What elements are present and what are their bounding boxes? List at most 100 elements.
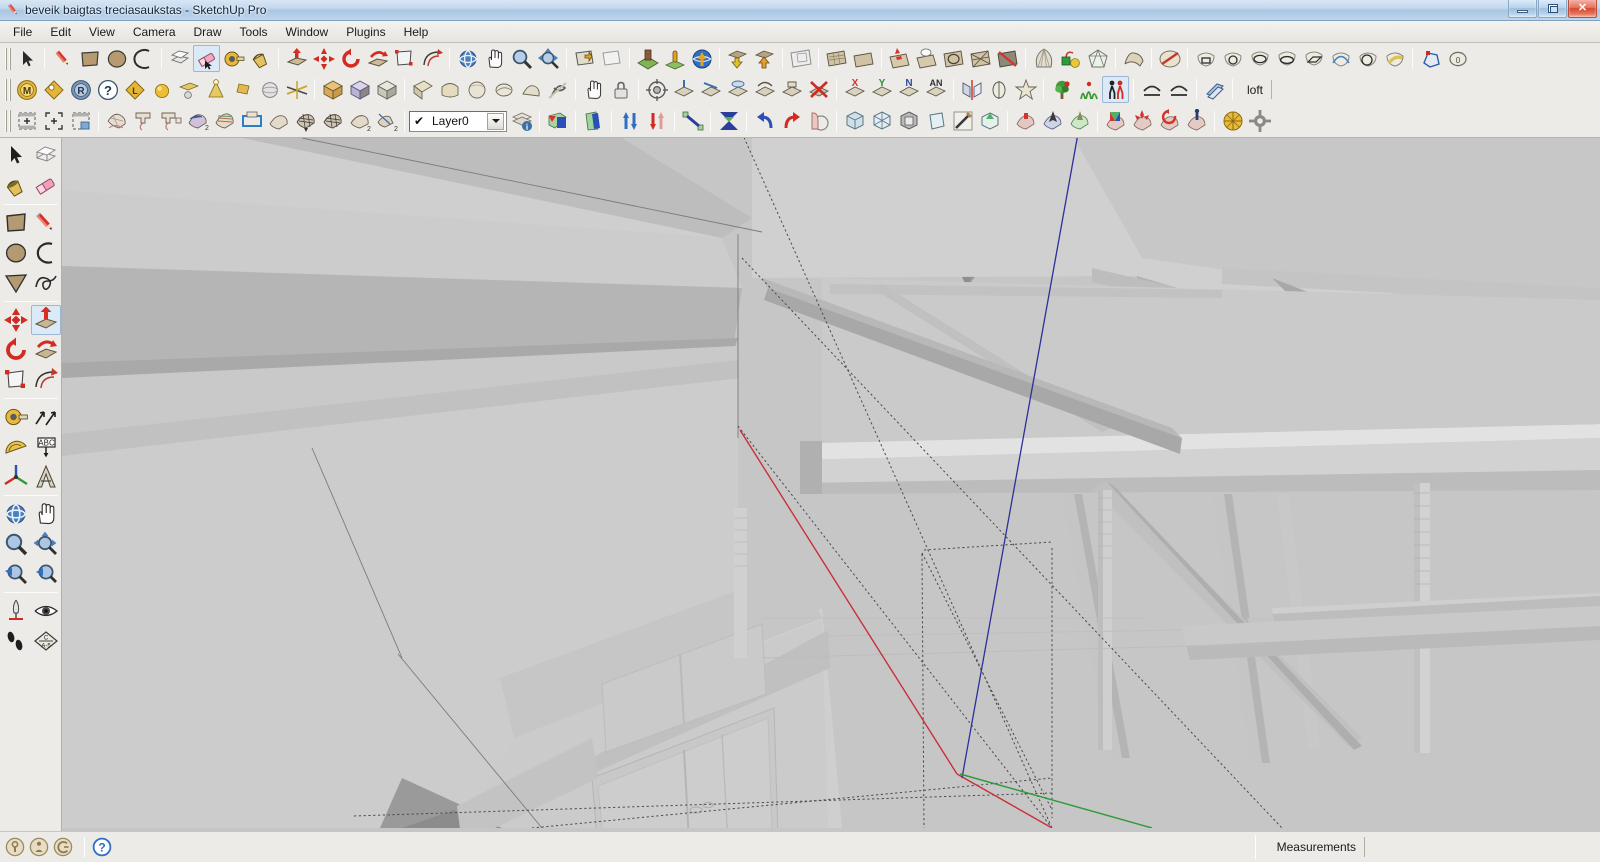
toolbar-rotate-icon[interactable] [337,45,364,72]
toolbar-helix-icon[interactable] [544,76,571,103]
toolbar-solid-trim-icon[interactable] [922,108,949,135]
toolbar-vertex-move-icon[interactable] [1012,108,1039,135]
toolbar-vector-push-icon[interactable] [697,76,724,103]
maximize-button[interactable] [1538,0,1567,18]
toolbar-vertex-color-icon[interactable] [1102,108,1129,135]
toolbar-ies-light-icon[interactable] [256,76,283,103]
toolbar-shell-icon[interactable] [1030,45,1057,72]
toolbar-bezier-polygon-icon[interactable] [1417,45,1444,72]
tool-followme-icon[interactable] [31,335,61,365]
toolbar-pencil-icon[interactable] [49,45,76,72]
toolbar-select-arrow-icon[interactable] [13,45,40,72]
toolbar-vertex-paint-icon[interactable] [1066,108,1093,135]
layer-select[interactable]: ✔ Layer0 [409,110,507,132]
toolbar-mirror-icon[interactable] [958,76,985,103]
toolbar-crease-icon[interactable]: 2 [184,108,211,135]
toolbar-pan-hand2-icon[interactable] [580,76,607,103]
tool-3d-text-icon[interactable] [31,462,61,492]
toolbar-loft-icon[interactable] [1201,76,1228,103]
toolbar-curved-surface-icon[interactable] [1120,45,1147,72]
layer-visible-check-icon[interactable]: ✔ [410,114,428,128]
tool-pan-hand-icon[interactable] [31,499,61,529]
toolbar-quad-mesh-icon[interactable] [292,108,319,135]
minimize-button[interactable] [1508,0,1537,18]
tool-offset-icon[interactable] [31,365,61,395]
toolbar-solid-split-icon[interactable] [949,108,976,135]
tool-eraser-pink-icon[interactable] [31,171,61,201]
toolbar-preview-model-earth-icon[interactable] [688,45,715,72]
toolbar-star-icon[interactable] [1012,76,1039,103]
toolbar-arrows-redup-icon[interactable] [643,108,670,135]
toolbar-push-pull-red-icon[interactable] [283,45,310,72]
toolbar-eraser-icon[interactable] [193,45,220,72]
toolbar-round-push-icon[interactable] [751,76,778,103]
toolbar-loop-select-icon[interactable] [238,108,265,135]
toolbar-share-model-icon[interactable] [751,45,778,72]
tool-select-arrow-icon[interactable] [1,141,31,171]
toolbar-shape-cone-icon[interactable] [1273,45,1300,72]
toolbar-m-badge-icon[interactable]: M [13,76,40,103]
toolbar-arc-flat2-icon[interactable] [1165,76,1192,103]
toolbar-shape-cylinder-icon[interactable] [1219,45,1246,72]
loft-input[interactable] [1272,80,1361,99]
toolbar-flip-icon[interactable] [985,76,1012,103]
toolbar-shape-box-icon[interactable] [1192,45,1219,72]
toolbar-pin-green-icon[interactable] [1057,45,1084,72]
toolbar-extrude-push-icon[interactable] [778,76,805,103]
toolbar-axis-n-icon[interactable]: N [895,76,922,103]
toolbar-gear-icon[interactable] [1246,108,1273,135]
toolbar-unsubdivide-icon[interactable]: 2 [373,108,400,135]
menu-item-tools[interactable]: Tools [231,22,277,42]
toolbar-display-section-icon[interactable] [598,45,625,72]
toolbar-tag-badge-icon[interactable] [40,76,67,103]
toolbar-bezier-round-icon[interactable]: 0 [1444,45,1471,72]
toolbar-sphere-gold-icon[interactable] [148,76,175,103]
menu-item-draw[interactable]: Draw [185,22,231,42]
tool-rotate-icon[interactable] [1,335,31,365]
toolbar-subdivide-smooth-icon[interactable] [103,108,130,135]
toolbar-lathe-icon[interactable] [490,76,517,103]
toolbar-diagonal-arrow-icon[interactable] [679,108,706,135]
toolbar-knife-subdivide-icon[interactable] [130,108,157,135]
toolbar-spot-light-icon[interactable] [202,76,229,103]
toolbar-stamp-icon[interactable] [886,45,913,72]
tool-pencil-icon[interactable] [31,208,61,238]
tool-circle-icon[interactable] [1,238,31,268]
toolbar-knife-quad-icon[interactable] [157,108,184,135]
tool-text-abc-icon[interactable]: ABC [31,432,61,462]
toolbar-question-badge-icon[interactable]: ? [94,76,121,103]
credentials-icon[interactable] [29,837,49,857]
tool-arc-icon[interactable] [31,238,61,268]
toolbar-quad-mesh2-icon[interactable] [319,108,346,135]
menu-item-view[interactable]: View [80,22,124,42]
toolbar-scale-icon[interactable] [391,45,418,72]
tool-walk-feet-icon[interactable] [1,626,31,656]
toolbar-shape-tube-icon[interactable] [1381,45,1408,72]
close-button[interactable]: ✕ [1568,0,1597,18]
toolbar-bowtie-icon[interactable] [715,108,742,135]
tool-push-pull-icon[interactable] [30,305,61,335]
toolbar-move-icon[interactable] [310,45,337,72]
tool-zoom-window-icon[interactable] [1,559,31,589]
toolbar-tree-green-icon[interactable] [1048,76,1075,103]
toolbar-pan-hand-icon[interactable] [481,45,508,72]
toolbar-label-badge-icon[interactable]: L [121,76,148,103]
toolbar-weld-icon[interactable] [1156,45,1183,72]
toolbar-vertex-select-icon[interactable] [1039,108,1066,135]
toolbar-sun-rays-icon[interactable] [283,76,310,103]
toolbar-green-blue-icon[interactable] [580,108,607,135]
toolbar-undo-blue-icon[interactable] [751,108,778,135]
toolbar-arrows-updown-icon[interactable] [616,108,643,135]
toolbar-solid-intersect-icon[interactable] [868,108,895,135]
toolbar-zoom-extents-icon[interactable] [535,45,562,72]
toolbar-shape-prism-icon[interactable] [1300,45,1327,72]
tool-axes-icon[interactable] [1,462,31,492]
tool-section-plane-icon[interactable]: C A-5 [31,626,61,656]
tool-dimension-icon[interactable] [31,402,61,432]
toolbar-redo-red-icon[interactable] [778,108,805,135]
toolbar-cancel-push-icon[interactable] [805,76,832,103]
chevron-down-icon[interactable] [487,112,504,130]
menu-item-plugins[interactable]: Plugins [337,22,394,42]
toolbar-normal-push-icon[interactable] [724,76,751,103]
toolbar-add-detail-icon[interactable] [940,45,967,72]
